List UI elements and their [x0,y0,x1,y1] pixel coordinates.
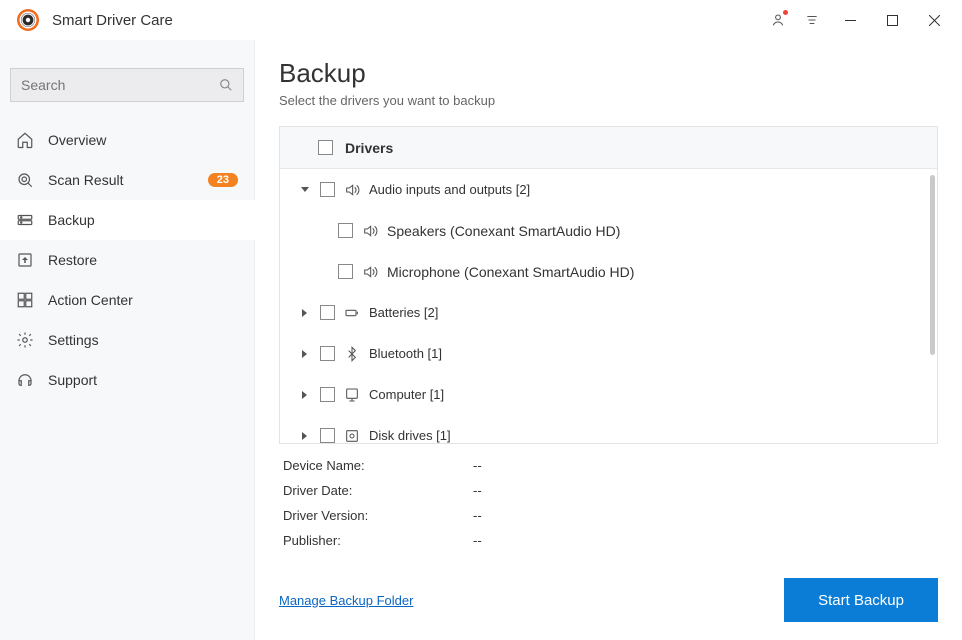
titlebar: Smart Driver Care [0,0,962,40]
expand-icon[interactable] [298,349,312,359]
minimize-button[interactable] [830,4,870,36]
device-label: Microphone (Conexant SmartAudio HD) [387,264,937,280]
manage-backup-folder-link[interactable]: Manage Backup Folder [279,593,413,608]
category-computer[interactable]: Computer [1] [280,374,937,415]
notification-dot-icon [783,10,788,15]
category-checkbox[interactable] [320,305,335,320]
computer-icon [343,387,361,403]
expand-icon[interactable] [298,390,312,400]
page-title: Backup [279,58,938,89]
close-button[interactable] [914,4,954,36]
maximize-button[interactable] [872,4,912,36]
sidebar: Overview Scan Result 23 Backup Restore A… [0,40,255,640]
sidebar-item-settings[interactable]: Settings [0,320,254,360]
device-label: Speakers (Conexant SmartAudio HD) [387,223,937,239]
battery-icon [343,305,361,321]
search-input[interactable] [10,68,244,102]
sidebar-label: Overview [48,132,238,148]
device-speakers[interactable]: Speakers (Conexant SmartAudio HD) [280,210,937,251]
tree-header-label: Drivers [345,140,393,156]
driver-version-label: Driver Version: [283,508,473,523]
publisher-value: -- [473,533,482,548]
page-subtitle: Select the drivers you want to backup [279,93,938,108]
driver-date-value: -- [473,483,482,498]
sidebar-label: Support [48,372,238,388]
driver-version-value: -- [473,508,482,523]
menu-icon[interactable] [796,4,828,36]
grid-icon [16,291,34,309]
sidebar-item-support[interactable]: Support [0,360,254,400]
tree-header: Drivers [280,127,937,169]
category-bluetooth[interactable]: Bluetooth [1] [280,333,937,374]
disk-icon [343,428,361,444]
backup-icon [16,211,34,229]
category-label: Bluetooth [1] [369,346,937,361]
account-icon[interactable] [762,4,794,36]
sidebar-label: Action Center [48,292,238,308]
sidebar-label: Settings [48,332,238,348]
collapse-icon[interactable] [298,185,312,195]
app-title: Smart Driver Care [52,12,762,29]
tree-body[interactable]: Audio inputs and outputs [2] Speakers (C… [280,169,937,443]
device-microphone[interactable]: Microphone (Conexant SmartAudio HD) [280,251,937,292]
category-checkbox[interactable] [320,387,335,402]
drivers-tree: Drivers Audio inputs and outputs [2] Spe… [279,126,938,444]
audio-icon [361,264,379,280]
category-label: Computer [1] [369,387,937,402]
sidebar-item-restore[interactable]: Restore [0,240,254,280]
sidebar-item-scan-result[interactable]: Scan Result 23 [0,160,254,200]
sidebar-item-action-center[interactable]: Action Center [0,280,254,320]
main-content: Backup Select the drivers you want to ba… [255,40,962,640]
sidebar-item-backup[interactable]: Backup [0,200,255,240]
home-icon [16,131,34,149]
sidebar-label: Scan Result [48,172,194,188]
category-disk-drives[interactable]: Disk drives [1] [280,415,937,443]
category-batteries[interactable]: Batteries [2] [280,292,937,333]
expand-icon[interactable] [298,431,312,441]
search-field[interactable] [21,77,219,93]
category-checkbox[interactable] [320,346,335,361]
category-audio[interactable]: Audio inputs and outputs [2] [280,169,937,210]
select-all-checkbox[interactable] [318,140,333,155]
sidebar-label: Restore [48,252,238,268]
device-checkbox[interactable] [338,223,353,238]
restore-icon [16,251,34,269]
expand-icon[interactable] [298,308,312,318]
search-icon [219,78,233,92]
driver-details: Device Name: -- Driver Date: -- Driver V… [279,444,938,548]
category-label: Audio inputs and outputs [2] [369,182,937,197]
category-checkbox[interactable] [320,182,335,197]
audio-icon [361,223,379,239]
audio-icon [343,182,361,198]
device-name-label: Device Name: [283,458,473,473]
scan-icon [16,171,34,189]
driver-date-label: Driver Date: [283,483,473,498]
support-icon [16,371,34,389]
app-logo-icon [16,8,40,32]
device-checkbox[interactable] [338,264,353,279]
category-label: Disk drives [1] [369,428,937,443]
bluetooth-icon [343,346,361,362]
scan-count-badge: 23 [208,173,238,187]
category-checkbox[interactable] [320,428,335,443]
sidebar-item-overview[interactable]: Overview [0,120,254,160]
publisher-label: Publisher: [283,533,473,548]
category-label: Batteries [2] [369,305,937,320]
start-backup-button[interactable]: Start Backup [784,578,938,622]
gear-icon [16,331,34,349]
sidebar-label: Backup [48,212,239,228]
device-name-value: -- [473,458,482,473]
